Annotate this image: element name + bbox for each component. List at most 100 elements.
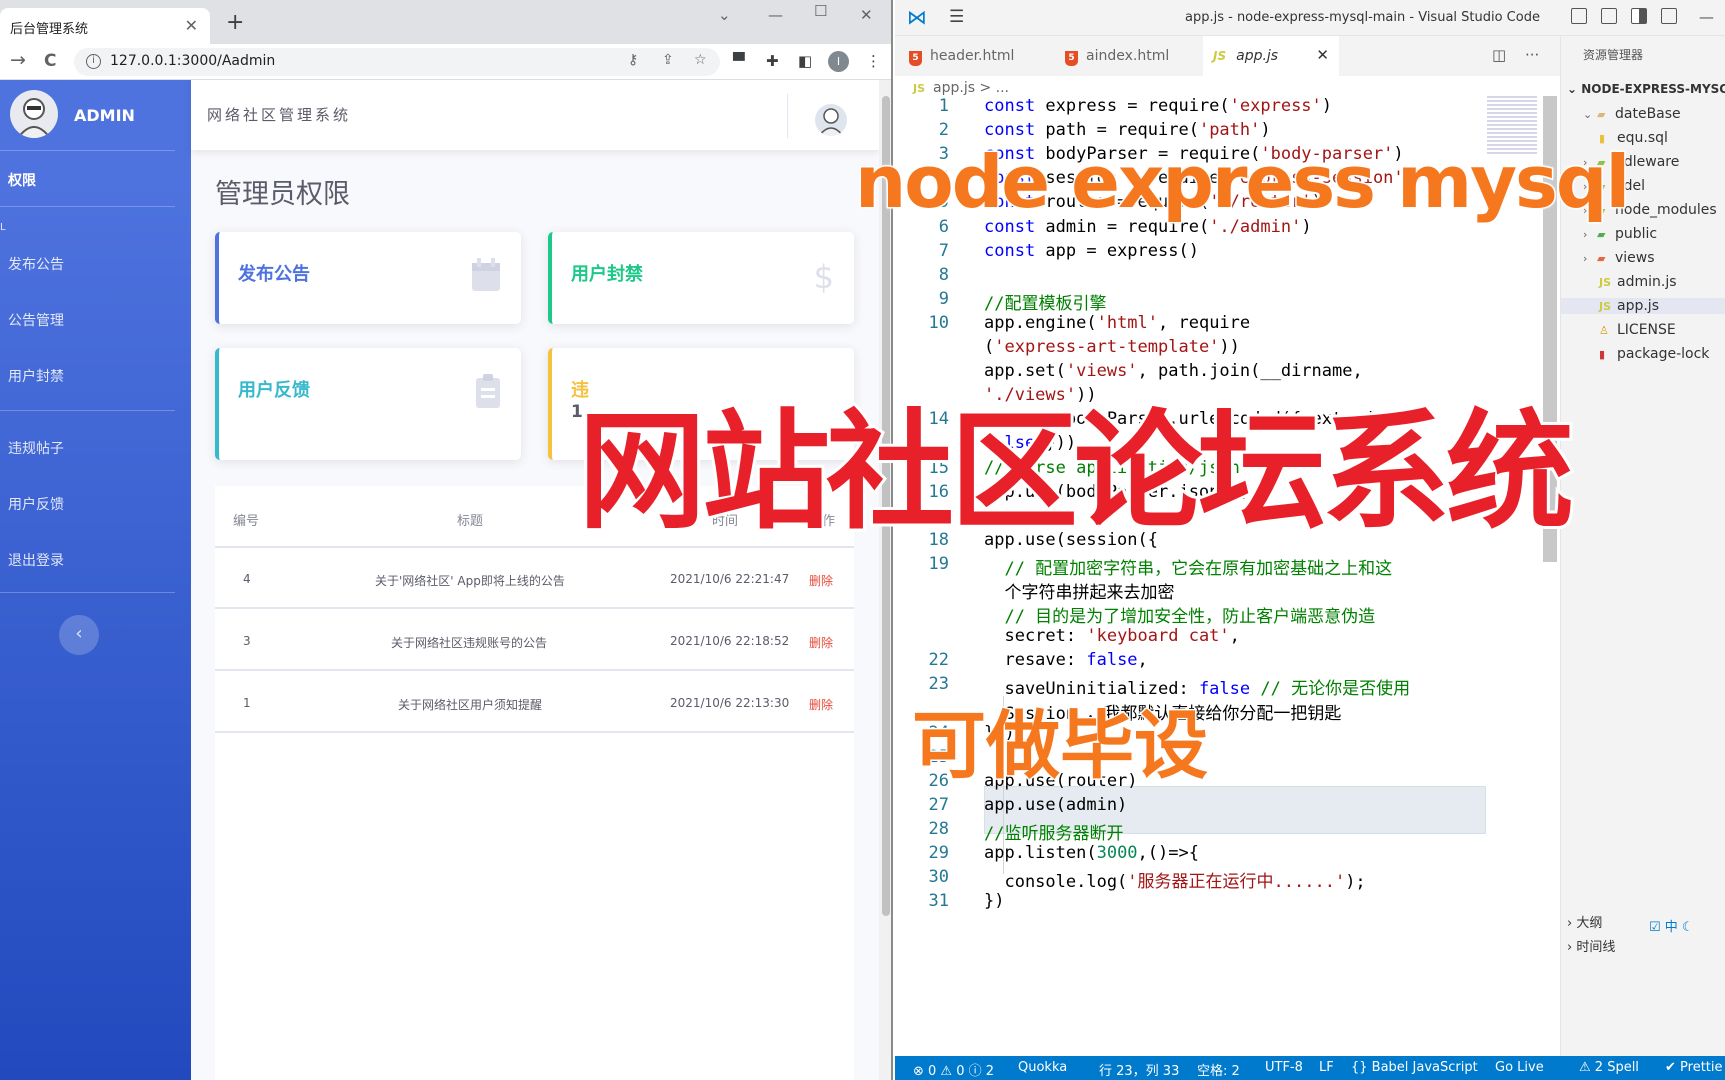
- sidebar-item-logout[interactable]: 退出登录: [8, 550, 64, 570]
- minimize-icon[interactable]: —: [1699, 8, 1714, 26]
- row-time: 2021/10/6 22:13:30: [670, 696, 790, 710]
- sidepanel-icon[interactable]: ◧: [798, 52, 812, 70]
- site-info-icon[interactable]: i: [86, 54, 101, 69]
- prettier-status[interactable]: ✔ Prettie: [1665, 1060, 1723, 1075]
- explorer-root[interactable]: ⌄ NODE-EXPRESS-MYSQ: [1567, 82, 1725, 96]
- js-file-icon: JS: [1213, 49, 1227, 63]
- admin-sidebar: ADMIN 权限 L 发布公告 公告管理 用户封禁 违规帖子 用户反馈 退出登录…: [0, 80, 191, 1080]
- layout-panel-icon[interactable]: [1601, 8, 1617, 24]
- bookmark-star-icon[interactable]: ☆: [694, 52, 707, 68]
- code-line: const express = require('express'): [984, 96, 1333, 116]
- problems-indicator[interactable]: ⊗ 0 ⚠ 0 ⓘ 2: [913, 1060, 994, 1079]
- indentation-status[interactable]: 空格: 2: [1197, 1060, 1240, 1079]
- code-line: app.engine('html', require: [984, 312, 1251, 333]
- outline-section[interactable]: › 大纲: [1567, 912, 1602, 931]
- delete-link[interactable]: 删除: [809, 634, 833, 651]
- code-line: //配置模板引擎: [984, 293, 1107, 314]
- reload-icon[interactable]: C: [44, 51, 56, 71]
- code-line: app.use(admin): [984, 794, 1128, 815]
- eol-status[interactable]: LF: [1319, 1060, 1334, 1075]
- line-number: 29: [928, 843, 949, 864]
- editor-tabs: 5 header.html 5 aindex.html JS app.js ✕ ◫ ··…: [895, 36, 1560, 76]
- puzzle-icon[interactable]: ✚: [766, 52, 779, 70]
- tab-header-html[interactable]: 5 header.html: [909, 36, 1051, 76]
- encoding-status[interactable]: UTF-8: [1265, 1060, 1303, 1075]
- share-icon[interactable]: ⇪: [662, 52, 674, 68]
- new-tab-button[interactable]: +: [226, 10, 244, 35]
- go-live-button[interactable]: Go Live: [1495, 1060, 1544, 1075]
- delete-link[interactable]: 删除: [809, 696, 833, 713]
- explorer-header: 资源管理器: [1583, 48, 1644, 62]
- layout-sidebar-icon[interactable]: [1571, 8, 1587, 24]
- sidebar-item-feedback[interactable]: 用户反馈: [8, 494, 64, 514]
- line-number: 27: [928, 794, 949, 815]
- file-tree-label: dateBase: [1615, 106, 1681, 122]
- tab-label: header.html: [930, 48, 1015, 64]
- row-time: 2021/10/6 22:18:52: [670, 634, 790, 648]
- sidebar-item-violations[interactable]: 违规帖子: [8, 438, 64, 458]
- menu-icon[interactable]: ☰: [949, 7, 964, 27]
- tab-app-js[interactable]: JS app.js ✕: [1203, 36, 1339, 76]
- profile-avatar[interactable]: I: [828, 51, 849, 72]
- tab-close-icon[interactable]: ✕: [185, 16, 198, 35]
- forward-icon[interactable]: →: [10, 49, 26, 71]
- card-publish-notice[interactable]: 发布公告: [215, 232, 521, 324]
- tab-label: app.js: [1236, 48, 1279, 64]
- cursor-position[interactable]: 行 23，列 33: [1099, 1060, 1179, 1079]
- page-scrollbar[interactable]: [879, 80, 891, 1080]
- spell-status[interactable]: ⚠ 2 Spell: [1579, 1060, 1639, 1075]
- sidebar-item-permissions[interactable]: 权限: [8, 170, 36, 190]
- js-file-icon: JS: [913, 82, 926, 95]
- overlay-subtitle: 可做毕设: [911, 702, 1210, 791]
- sidebar-item-publish[interactable]: 发布公告: [8, 254, 64, 274]
- folder-icon: ▰: [1597, 252, 1606, 265]
- extension-icon[interactable]: ▀: [733, 52, 745, 70]
- line-number: 19: [928, 553, 949, 574]
- file-tree-item[interactable]: JS admin.js: [1599, 274, 1677, 290]
- password-key-icon[interactable]: ⚷: [628, 52, 638, 68]
- sidebar-item-notice-manage[interactable]: 公告管理: [8, 310, 64, 330]
- tab-search-icon[interactable]: ⌄: [718, 6, 731, 24]
- customize-layout-icon[interactable]: [1661, 8, 1677, 24]
- user-avatar[interactable]: [815, 104, 847, 136]
- code-editor[interactable]: 1 2 3 4 5 6 7 8 9 10 14 15 16 17 18 19 22 23 24 25 26 27 28 29 3…: [895, 96, 1560, 1056]
- maximize-icon[interactable]: ☐: [814, 2, 827, 20]
- card-ban-user[interactable]: 用户封禁 $: [548, 232, 854, 324]
- window-title: app.js - node-express-mysql-main - Visua…: [1185, 10, 1540, 25]
- tab-aindex-html[interactable]: 5 aindex.html: [1065, 36, 1203, 76]
- quokka-status[interactable]: Quokka: [1018, 1060, 1067, 1075]
- split-editor-icon[interactable]: ◫: [1492, 46, 1506, 64]
- vscode-titlebar: ⋈ ☰ app.js - node-express-mysql-main - V…: [895, 0, 1725, 36]
- layout-secondary-icon[interactable]: [1631, 8, 1647, 24]
- sidebar-toggle-button[interactable]: ‹: [59, 615, 99, 655]
- address-bar[interactable]: i 127.0.0.1:3000/Aadmin ⚷ ⇪ ☆: [74, 48, 720, 76]
- tab-title: 后台管理系统: [10, 22, 89, 37]
- folder-icon: ▰: [1597, 108, 1606, 121]
- line-number: 10: [928, 312, 949, 333]
- card-label: 用户封禁: [571, 264, 643, 285]
- delete-link[interactable]: 删除: [809, 572, 833, 589]
- close-window-icon[interactable]: ✕: [860, 6, 873, 24]
- sidebar-item-ban-user[interactable]: 用户封禁: [8, 366, 64, 386]
- file-tree-item[interactable]: JS app.js: [1561, 298, 1725, 314]
- menu-kebab-icon[interactable]: ⋮: [866, 52, 881, 70]
- code-line: secret: 'keyboard cat',: [984, 626, 1240, 647]
- html-file-icon: 5: [909, 51, 922, 66]
- file-tree-item[interactable]: ⌄ ▰ dateBase: [1583, 106, 1681, 122]
- close-tab-icon[interactable]: ✕: [1316, 46, 1329, 64]
- minimize-icon[interactable]: —: [768, 6, 783, 24]
- file-tree-item[interactable]: ♙ LICENSE: [1599, 322, 1676, 338]
- file-tree-item[interactable]: › ▰ views: [1583, 250, 1655, 266]
- file-tree-label: views: [1615, 250, 1655, 266]
- language-mode[interactable]: {} Babel JavaScript: [1351, 1060, 1478, 1075]
- file-tree-item[interactable]: ▮ package-lock: [1599, 346, 1709, 362]
- col-header-title: 标题: [457, 514, 484, 529]
- timeline-section[interactable]: › 时间线: [1567, 936, 1615, 955]
- card-feedback[interactable]: 用户反馈: [215, 348, 521, 460]
- more-actions-icon[interactable]: ···: [1525, 46, 1539, 64]
- browser-tab[interactable]: 后台管理系统 ✕: [0, 8, 210, 44]
- sidebar-brand[interactable]: ADMIN: [0, 80, 191, 150]
- breadcrumb[interactable]: JS app.js > ...: [913, 80, 1009, 96]
- file-tree-item[interactable]: › ▰ public: [1583, 226, 1657, 242]
- notice-table: 编号 标题 时间 操作 4 关于'网络社区' App即将上线的公告 2021/1…: [215, 486, 854, 1080]
